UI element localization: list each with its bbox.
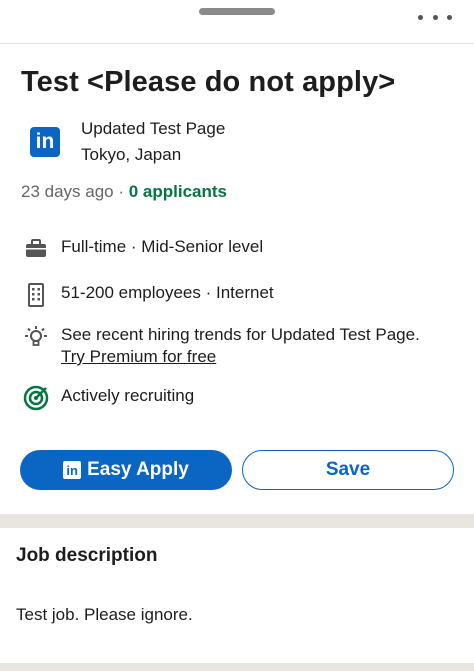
job-description-heading: Job description [16, 545, 158, 566]
insight-text: See recent hiring trends for Updated Tes… [61, 325, 420, 368]
insight-company-size: 51-200 employees · Internet [21, 282, 274, 308]
save-button[interactable]: Save [242, 450, 454, 490]
lightbulb-icon [21, 324, 51, 350]
linkedin-icon: in [63, 461, 82, 479]
company-name[interactable]: Updated Test Page [81, 119, 225, 139]
drag-handle[interactable] [199, 8, 275, 15]
top-bar [0, 0, 474, 44]
section-divider [0, 663, 474, 671]
insight-text: Full-time · Mid-Senior level [61, 237, 264, 256]
easy-apply-button[interactable]: in Easy Apply [20, 450, 232, 490]
posted-time: 23 days ago [21, 182, 114, 201]
company-logo[interactable]: in [30, 127, 60, 157]
insight-job-type: Full-time · Mid-Senior level [21, 236, 263, 262]
applicant-count: 0 applicants [128, 182, 228, 201]
insight-recruiting: Actively recruiting [21, 385, 194, 411]
insight-text: Actively recruiting [61, 386, 195, 405]
insight-text: 51-200 employees · Internet [61, 283, 274, 302]
job-meta: 23 days ago · 0 applicants [21, 182, 227, 202]
job-location: Tokyo, Japan [81, 145, 182, 164]
building-icon [21, 282, 51, 308]
more-options-icon[interactable] [418, 6, 452, 28]
job-description-body: Test job. Please ignore. [16, 605, 193, 624]
insight-hiring-trends: See recent hiring trends for Updated Tes… [21, 324, 420, 368]
meta-separator: · [113, 182, 129, 201]
job-title: Test <Please do not apply> [21, 66, 396, 98]
section-divider [0, 514, 474, 528]
try-premium-link[interactable]: Try Premium for free [61, 346, 420, 368]
target-icon [21, 385, 51, 411]
briefcase-icon [21, 236, 51, 262]
easy-apply-label: Easy Apply [87, 459, 189, 480]
